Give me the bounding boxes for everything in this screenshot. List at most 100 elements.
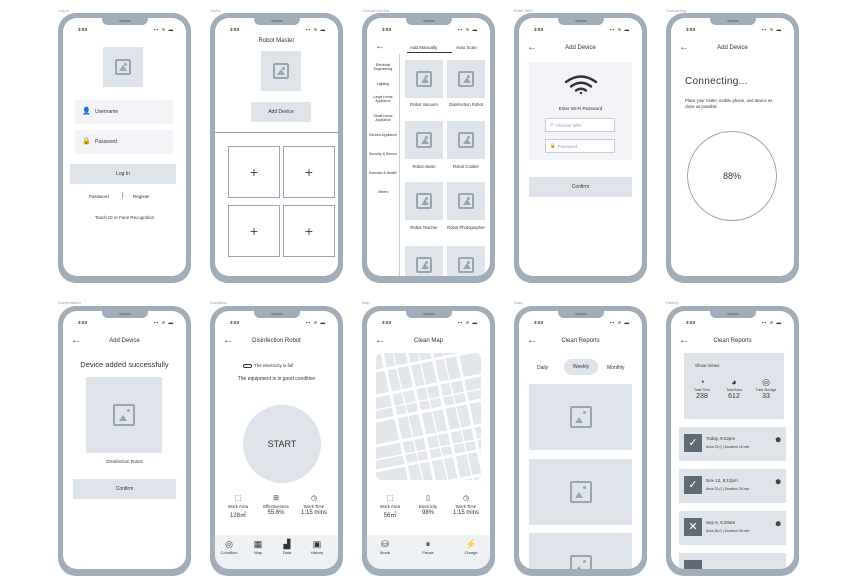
device-tile[interactable] (405, 121, 443, 159)
total-value: 238 (696, 393, 708, 400)
status-icons: ▪▪ ≋ ▬ (458, 27, 478, 32)
tab-daily[interactable]: Daily (537, 365, 548, 371)
status-time: 3:03 (534, 320, 544, 325)
tab-history[interactable]: ▣ History (305, 539, 329, 555)
touch-id-link[interactable]: Touch ID or Face Recognition (63, 215, 186, 220)
screen-caption: History (666, 300, 679, 305)
status-time: 3:03 (382, 320, 392, 325)
mode-button[interactable]: ⛁ Mode (373, 539, 397, 555)
device-tile[interactable] (447, 60, 485, 98)
check-icon: ✓ (684, 434, 702, 452)
cursor-icon: ◕ (731, 377, 737, 387)
pause-button[interactable]: ⏸ Pause (416, 539, 440, 555)
stat-work-time: ◷ Work Time 1:15 mins (296, 495, 332, 516)
charge-button[interactable]: ⚡ Charge (459, 539, 483, 555)
username-field[interactable]: 👤 Username (75, 100, 173, 124)
stat-label: Work Area (228, 504, 248, 509)
tab-map[interactable]: ▦ Map (246, 539, 270, 555)
password-field[interactable]: 🔒 Password (75, 130, 173, 154)
confirm-button[interactable]: Confirm (73, 479, 176, 499)
screen-caption: Map (362, 300, 370, 305)
clean-map (376, 353, 481, 480)
image-icon (273, 63, 289, 79)
total-label: Total Area (726, 388, 742, 392)
category-small-appliance[interactable]: Small Home Appliance (369, 114, 397, 122)
battery-icon: ▯ (426, 495, 430, 502)
phone-confirmation: 3:03 ▪▪ ≋ ▬ ← Add Device Device added su… (58, 306, 191, 576)
tab-add-manually[interactable]: Add Manually (410, 45, 437, 50)
clock-icon: ◔ (699, 377, 705, 387)
progress-ring: 88% (687, 131, 777, 221)
image-icon (458, 193, 474, 209)
phone-map: 3:03 ▪▪ ≋ ▬ ← Clean Map ⬚ Work Area 56㎡ … (362, 306, 495, 576)
total-storage: ◎ Total Storage 33 (750, 377, 782, 400)
active-tab-indicator (407, 52, 452, 53)
image-icon (115, 59, 131, 75)
screen-caption: Home (210, 8, 221, 13)
category-lighting[interactable]: Lighting (369, 82, 397, 86)
add-slot[interactable]: + (228, 205, 280, 257)
history-record[interactable]: ✕ Sep 6, 6:20am Area 30㎡ | Duration 40 m… (679, 511, 786, 545)
device-tile[interactable] (447, 246, 485, 276)
category-security[interactable]: Security & Sensor (369, 152, 397, 156)
add-slot[interactable]: + (283, 146, 335, 198)
add-slot[interactable]: + (283, 205, 335, 257)
tab-auto-scan[interactable]: Auto Scan (456, 45, 477, 50)
device-tile-label: Robot Vacuum (410, 102, 438, 107)
category-exercise[interactable]: Exercise & Health (369, 171, 397, 175)
status-icons: ▪▪ ≋ ▬ (762, 320, 782, 325)
username-label: Username (95, 109, 119, 115)
history-record[interactable]: ✓ Nov 12, 8:12pm Area 22㎡ | Duration 30 … (679, 469, 786, 503)
login-button[interactable]: Log In (70, 164, 176, 184)
wifi-password-field[interactable]: 🔒 Password (545, 139, 615, 153)
notch (253, 311, 300, 318)
tab-label: Data (282, 550, 292, 555)
tab-weekly[interactable]: Weekly (564, 359, 598, 375)
device-tile[interactable] (405, 182, 443, 220)
category-large-appliance[interactable]: Large Home Appliance (369, 95, 397, 103)
history-record[interactable] (679, 553, 786, 569)
device-tile[interactable] (405, 60, 443, 98)
tab-data[interactable]: ▟ Data (275, 539, 299, 555)
location-pin-icon[interactable]: ⬤ (775, 521, 781, 527)
phone-choose-device: 3:03 ▪▪ ≋ ▬ ← Add Manually Auto Scan Ele… (362, 13, 495, 283)
add-device-button[interactable]: Add Device (251, 102, 311, 122)
page-title: Robot Master (258, 38, 295, 44)
category-electrical[interactable]: Electrical Engineering (369, 63, 397, 71)
notch (709, 311, 756, 318)
wifi-form-card: Enter Wi-Fi Password ≋ Choose WiFi 🔒 Passw… (529, 62, 632, 160)
tab-condition[interactable]: ◎ Condition (217, 539, 241, 555)
choose-wifi-field[interactable]: ≋ Choose WiFi (545, 118, 615, 132)
record-date: Today, 9:22pm (706, 436, 736, 441)
register-link[interactable]: Register (133, 194, 150, 199)
category-kitchen[interactable]: Kitchen Appliance (369, 133, 397, 137)
confirm-button[interactable]: Confirm (529, 177, 632, 197)
tab-label: Pause (422, 550, 434, 555)
charge-icon: ⚡ (465, 539, 477, 549)
device-tile[interactable] (447, 182, 485, 220)
history-record[interactable]: ✓ Today, 9:22pm Area 22㎡ | Duration 10 m… (679, 427, 786, 461)
location-pin-icon[interactable]: ⬤ (775, 479, 781, 485)
clock-icon: ◷ (462, 495, 470, 502)
connecting-note: Place your router, mobile phone, and dev… (685, 98, 773, 109)
category-others[interactable]: Others (369, 190, 397, 194)
screen-caption: Data (514, 300, 523, 305)
device-tile-label: Robot Alarm (412, 164, 436, 169)
start-button[interactable]: START (243, 405, 321, 483)
bottom-action-bar: ⛁ Mode ⏸ Pause ⚡ Charge (367, 535, 490, 569)
tab-monthly[interactable]: Monthly (607, 365, 625, 371)
bar-chart-icon: ▟ (283, 539, 291, 549)
phone-data: 3:03 ▪▪ ≋ ▬ ← Clean Reports Daily Weekly… (514, 306, 647, 576)
back-arrow-icon[interactable]: ← (375, 42, 385, 52)
location-pin-icon[interactable]: ⬤ (775, 437, 781, 443)
stat-electricity: ▯ Electricity 98% (410, 495, 446, 516)
forgot-password-link[interactable]: Password (89, 194, 109, 199)
add-slot[interactable]: + (228, 146, 280, 198)
phone-enter-wifi: 3:03 ▪▪ ≋ ▬ ← Add Device Enter Wi-Fi Pas… (514, 13, 647, 283)
divider (215, 132, 338, 133)
page-title: Add Device (717, 45, 748, 51)
device-tile[interactable] (405, 246, 443, 276)
stat-value: 1:15 mins (452, 510, 479, 516)
device-tile[interactable] (447, 121, 485, 159)
cursor-icon: ⬚ (386, 495, 394, 502)
